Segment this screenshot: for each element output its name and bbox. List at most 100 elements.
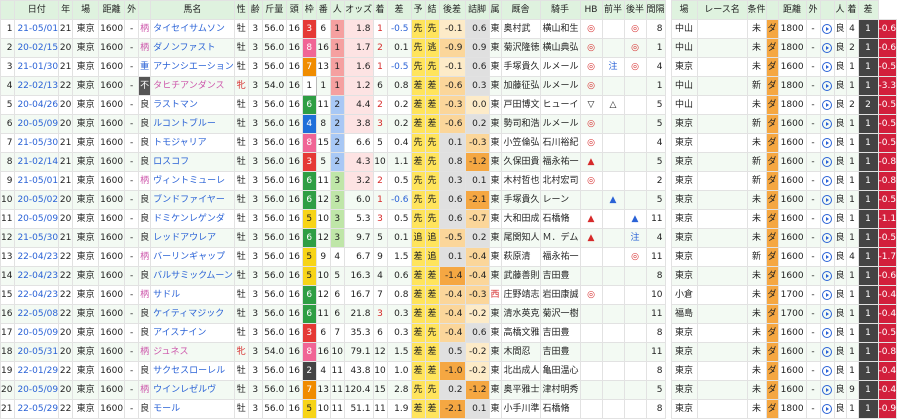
cell-name[interactable]: アナンシエーション xyxy=(150,57,235,77)
play-icon[interactable] xyxy=(819,228,835,248)
column-header[interactable]: 場 xyxy=(670,0,698,20)
table-row[interactable]: 12 21-05/30 21 東京 1600- 良レッドアウレア牡 3 56.0 16 6 12 3 9… xyxy=(0,228,898,248)
table-row[interactable]: 21 22-05/29 22 東京 1600- 良モール牡 3 56.0 16 5 10 11 51.1… xyxy=(0,399,898,419)
table-row[interactable]: 18 20-05/31 20 東京 1600- 柄ジュネス牝 3 54.0 16 8 16 10 79.… xyxy=(0,342,898,362)
table-row[interactable]: 20 20-05/09 20 東京 1600- 柄ウインレゼルヴ牡 3 56.0 16 7 13 11… xyxy=(0,380,898,400)
cell-name[interactable]: ルコントブルー xyxy=(150,114,235,134)
play-icon[interactable] xyxy=(819,114,835,134)
play-icon[interactable] xyxy=(819,19,835,39)
column-header[interactable] xyxy=(819,0,835,20)
column-header[interactable]: 枠 xyxy=(301,0,317,20)
table-row[interactable]: 9 21-05/01 21 東京 1600- 柄ヴィントミューレ牡 3 56.0 16 6 11 3 3… xyxy=(0,171,898,191)
column-header[interactable]: 詰脚 xyxy=(464,0,490,20)
column-header[interactable]: HB xyxy=(579,0,603,20)
cell-name[interactable]: ドミケンレゲンダ xyxy=(150,209,235,229)
play-icon[interactable] xyxy=(819,76,835,96)
cell-name[interactable]: バーリンギャップ xyxy=(150,247,235,267)
column-header[interactable]: 人 xyxy=(329,0,345,20)
table-row[interactable]: 3 21-01/30 21 東京 1600- 重アナンシエーション牡 3 56.0 16 7 13 1… xyxy=(0,57,898,77)
cell-name[interactable]: ロスコフ xyxy=(150,152,235,172)
column-header[interactable] xyxy=(765,0,779,20)
play-icon[interactable] xyxy=(819,190,835,210)
column-header[interactable]: 外 xyxy=(805,0,821,20)
column-header[interactable]: 外 xyxy=(124,0,140,20)
column-header[interactable]: レース名 xyxy=(696,0,748,20)
column-header[interactable]: 予 xyxy=(410,0,426,20)
play-icon[interactable] xyxy=(819,247,835,267)
play-icon[interactable] xyxy=(819,133,835,153)
column-header[interactable]: 性 xyxy=(233,0,249,20)
table-row[interactable]: 1 21-05/01 21 東京 1600- 柄タイセイサムソン牡 3 56.0 16 3 6 1 1.… xyxy=(0,19,898,39)
column-header[interactable]: オッズ xyxy=(343,0,374,20)
cell-name[interactable]: レッドアウレア xyxy=(150,228,235,248)
cell-name[interactable]: サドル xyxy=(150,285,235,305)
cell-name[interactable]: タヒチアンダンス xyxy=(150,76,235,96)
play-icon[interactable] xyxy=(819,95,835,115)
table-row[interactable]: 16 22-05/08 22 東京 1600- 良ケイティマジック牡 3 56.0 16 6 11 6… xyxy=(0,304,898,324)
cell-name[interactable]: アイスナイン xyxy=(150,323,235,343)
cell-name[interactable]: モール xyxy=(150,399,235,419)
column-header[interactable]: 斤量 xyxy=(261,0,287,20)
table-row[interactable]: 2 20-02/15 20 東京 1600- 柄ダノンファスト牡 3 56.0 16 8 16 1 1.… xyxy=(0,38,898,58)
play-icon[interactable] xyxy=(819,323,835,343)
table-row[interactable]: 13 22-04/23 22 東京 1600- 柄バーリンギャップ牡 3 56.0 16 5 9 4 6… xyxy=(0,247,898,267)
column-header[interactable]: 日付 xyxy=(14,0,60,20)
table-row[interactable]: 11 20-05/09 20 東京 1600- 良ドミケンレゲンダ牡 3 56.0 16 5 10 3… xyxy=(0,209,898,229)
column-header[interactable]: 人 xyxy=(833,0,847,20)
column-header[interactable] xyxy=(138,0,152,20)
column-header[interactable]: 差 xyxy=(386,0,412,20)
cell-name[interactable]: ケイティマジック xyxy=(150,304,235,324)
table-row[interactable]: 14 22-04/23 22 東京 1600- 良バルサミックムーン牡 3 56.0 16 5 10… xyxy=(0,266,898,286)
cell-name[interactable]: ラストマン xyxy=(150,95,235,115)
play-icon[interactable] xyxy=(819,361,835,381)
play-icon[interactable] xyxy=(819,285,835,305)
column-header[interactable]: 距離 xyxy=(777,0,807,20)
column-header[interactable]: 頭 xyxy=(285,0,303,20)
play-icon[interactable] xyxy=(819,38,835,58)
cell-name[interactable]: サクセスローレル xyxy=(150,361,235,381)
cell-name[interactable]: トモジャリア xyxy=(150,133,235,153)
cell-name[interactable]: タイセイサムソン xyxy=(150,19,235,39)
column-header[interactable]: 馬名 xyxy=(150,0,235,20)
table-row[interactable]: 6 20-05/09 20 東京 1600- 良ルコントブルー牡 3 56.0 16 4 8 2 3.8… xyxy=(0,114,898,134)
column-header[interactable]: 差 xyxy=(857,0,879,20)
play-icon[interactable] xyxy=(819,171,835,191)
play-icon[interactable] xyxy=(819,342,835,362)
column-header[interactable]: 騎手 xyxy=(539,0,581,20)
cell-name[interactable]: ヴィントミューレ xyxy=(150,171,235,191)
cell-name[interactable]: ブンドファイヤー xyxy=(150,190,235,210)
column-header[interactable]: 齢 xyxy=(247,0,263,20)
column-header[interactable]: 条件 xyxy=(746,0,767,20)
play-icon[interactable] xyxy=(819,304,835,324)
table-row[interactable]: 8 21-02/14 21 東京 1600- 良ロスコフ牡 3 56.0 16 3 5 2 4.3 10 1… xyxy=(0,152,898,172)
table-row[interactable]: 17 20-05/09 20 東京 1600- 良アイスナイン牡 3 56.0 16 3 6 7 35.… xyxy=(0,323,898,343)
play-icon[interactable] xyxy=(819,209,835,229)
column-header[interactable]: 厩舎 xyxy=(500,0,541,20)
column-header[interactable]: 結 xyxy=(424,0,440,20)
column-header[interactable]: 前半 xyxy=(601,0,625,20)
column-header[interactable]: 後半 xyxy=(623,0,647,20)
column-header[interactable]: 間隔 xyxy=(645,0,666,20)
cell-name[interactable]: バルサミックムーン xyxy=(150,266,235,286)
play-icon[interactable] xyxy=(819,266,835,286)
table-row[interactable]: 19 22-01/29 22 東京 1600- 良サクセスローレル牡 3 56.0 16 2 4 11… xyxy=(0,361,898,381)
cell-name[interactable]: ウインレゼルヴ xyxy=(150,380,235,400)
play-icon[interactable] xyxy=(819,57,835,77)
play-icon[interactable] xyxy=(819,380,835,400)
column-header[interactable]: 着 xyxy=(372,0,388,20)
cell-name[interactable]: ジュネス xyxy=(150,342,235,362)
column-header[interactable]: 着 xyxy=(845,0,859,20)
table-row[interactable]: 15 22-04/23 22 東京 1600- 柄サドル牡 3 56.0 16 6 12 6 16.7 7… xyxy=(0,285,898,305)
play-icon[interactable] xyxy=(819,399,835,419)
column-header[interactable]: 場 xyxy=(72,0,100,20)
table-row[interactable]: 4 22-02/13 22 東京 1600- 不タヒチアンダンス牝 3 54.0 16 1 1 1 1.… xyxy=(0,76,898,96)
column-header[interactable]: 後差 xyxy=(438,0,466,20)
table-row[interactable]: 5 20-04/26 20 東京 1600- 良ラストマン牡 3 56.0 16 6 11 2 4.4 2… xyxy=(0,95,898,115)
table-row[interactable]: 10 20-05/02 20 東京 1600- 良ブンドファイヤー牡 3 56.0 16 6 12 3… xyxy=(0,190,898,210)
column-header[interactable]: 番 xyxy=(315,0,331,20)
cell-name[interactable]: ダノンファスト xyxy=(150,38,235,58)
table-row[interactable]: 7 21-05/30 21 東京 1600- 良トモジャリア牡 3 56.0 16 8 15 2 6.6… xyxy=(0,133,898,153)
column-header[interactable]: 属 xyxy=(488,0,502,20)
play-icon[interactable] xyxy=(819,152,835,172)
column-header[interactable]: 距離 xyxy=(98,0,126,20)
